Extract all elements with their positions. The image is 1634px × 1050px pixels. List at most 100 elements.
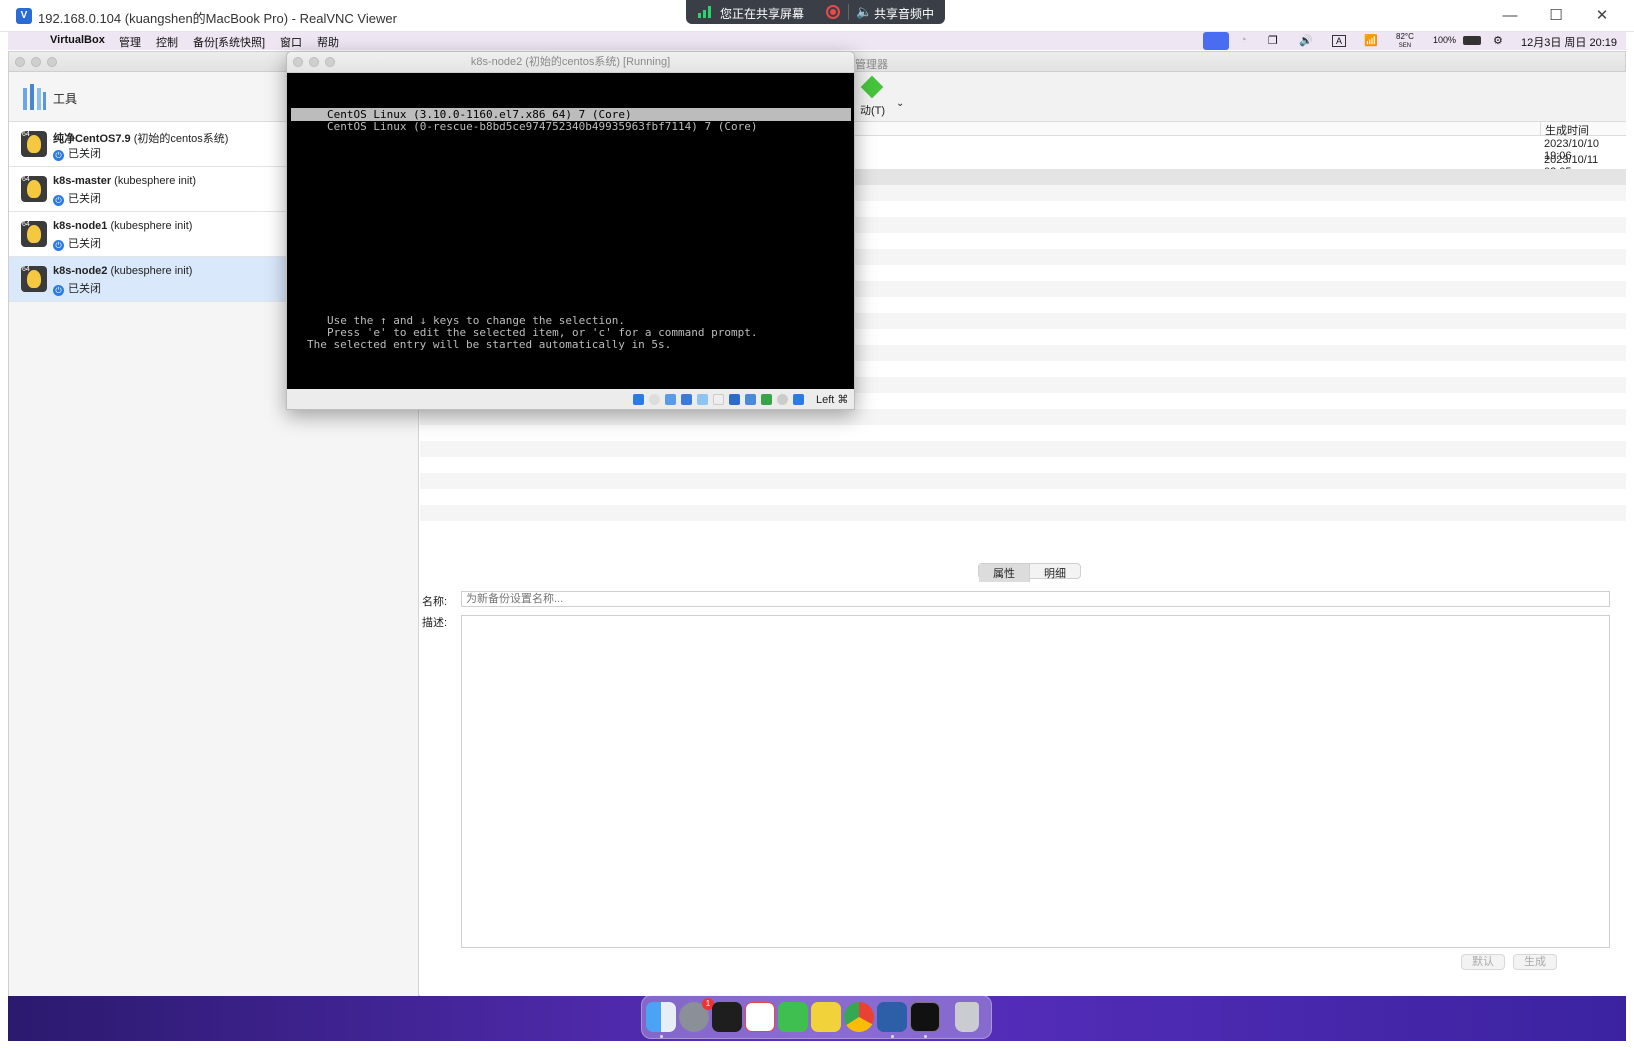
zoom-window-button[interactable] xyxy=(325,57,335,67)
vm-state: ⏻ 已关闭 xyxy=(53,235,101,251)
finder-icon[interactable] xyxy=(646,1002,676,1032)
battery-percent: 100% xyxy=(1433,35,1457,45)
screen-share-status-icon[interactable] xyxy=(1203,32,1229,50)
temp-sensor: SEN xyxy=(1398,43,1412,49)
stage-manager-icon[interactable]: ❐ xyxy=(1268,34,1278,47)
host-key-label[interactable]: Left ⌘ xyxy=(816,393,848,406)
stop-recording-icon[interactable] xyxy=(826,5,840,19)
vm-name: k8s-node2 (kubesphere init) xyxy=(53,265,193,277)
recording-icon[interactable] xyxy=(745,394,756,405)
screen: V 192.168.0.104 (kuangshen的MacBook Pro) … xyxy=(0,0,1634,1050)
input-source-icon[interactable]: A xyxy=(1332,35,1347,47)
realvnc-icon: V xyxy=(16,8,32,24)
vm-console-window: k8s-node2 (初始的centos系统) [Running] CentOS… xyxy=(286,51,855,410)
airdrop-icon[interactable]: ◔ xyxy=(1240,34,1247,46)
battery-icon[interactable] xyxy=(1463,36,1481,45)
vm-state: ⏻ 已关闭 xyxy=(53,190,101,206)
name-label: 名称: xyxy=(422,596,448,608)
virtualbox-icon[interactable] xyxy=(877,1002,907,1032)
table-empty-row xyxy=(420,425,1626,441)
power-off-icon: ⏻ xyxy=(53,240,64,251)
vm-name: 纯净CentOS7.9 (初始的centos系统) xyxy=(53,133,229,145)
vm-state: ⏻ 已关闭 xyxy=(53,280,101,296)
minimize-button[interactable]: — xyxy=(1488,4,1532,28)
vm-console-icon[interactable] xyxy=(910,1002,940,1032)
minimize-window-button[interactable] xyxy=(31,57,41,67)
tab-attributes[interactable]: 属性 xyxy=(979,564,1030,582)
manager-title: 管理器 xyxy=(855,59,888,71)
table-empty-row xyxy=(420,457,1626,473)
display-icon[interactable] xyxy=(729,394,740,405)
close-window-button[interactable] xyxy=(293,57,303,67)
centos-64-icon xyxy=(21,176,47,202)
usb-icon[interactable] xyxy=(697,394,708,405)
menu-help[interactable]: 帮助 xyxy=(317,34,339,50)
power-off-icon: ⏻ xyxy=(53,285,64,296)
snapshot-name-input[interactable] xyxy=(461,591,1610,607)
menu-snapshot[interactable]: 备份[系统快照] xyxy=(193,34,265,50)
start-button-label[interactable]: 动(T) xyxy=(860,102,885,118)
divider xyxy=(848,4,849,20)
table-empty-row xyxy=(420,473,1626,489)
menu-manage[interactable]: 管理 xyxy=(119,34,141,50)
maximize-button[interactable]: ☐ xyxy=(1534,4,1578,28)
snapshot-description-textarea[interactable] xyxy=(461,615,1610,948)
detail-tabs: 属性 明细 xyxy=(978,563,1081,582)
optical-drive-icon[interactable] xyxy=(633,394,644,405)
column-header-time[interactable]: 生成时间 xyxy=(1540,122,1589,137)
shared-folder-icon[interactable] xyxy=(713,394,724,405)
speaker-icon[interactable]: 🔈 xyxy=(856,4,872,20)
table-empty-row xyxy=(420,441,1626,457)
hard-disk-icon[interactable] xyxy=(649,394,660,405)
temp-value: 82°C xyxy=(1396,32,1414,41)
console-statusbar: Left ⌘ xyxy=(287,389,854,409)
wifi-icon[interactable]: 📶 xyxy=(1364,34,1378,47)
chrome-icon[interactable] xyxy=(844,1002,874,1032)
clock[interactable]: 12月3日 周日 20:19 xyxy=(1521,34,1617,50)
start-arrow-icon[interactable] xyxy=(860,75,884,99)
tab-details[interactable]: 明细 xyxy=(1030,564,1080,582)
menu-control[interactable]: 控制 xyxy=(156,34,178,50)
table-empty-row xyxy=(420,505,1626,521)
network-icon[interactable] xyxy=(681,394,692,405)
vm-display[interactable]: CentOS Linux (3.10.0-1160.el7.x86_64) 7 … xyxy=(287,73,854,389)
default-button[interactable]: 默认 xyxy=(1461,954,1505,970)
vm-name: k8s-node1 (kubesphere init) xyxy=(53,220,193,232)
audio-sharing-text: 共享音频中 xyxy=(874,7,935,21)
vnc-window-title: 192.168.0.104 (kuangshen的MacBook Pro) - … xyxy=(38,11,397,26)
vm-name: k8s-master (kubesphere init) xyxy=(53,175,197,187)
wechat-icon[interactable] xyxy=(778,1002,808,1032)
wps-icon[interactable] xyxy=(745,1002,775,1032)
mac-menubar: VirtualBox 管理 控制 备份[系统快照] 窗口 帮助 ◔ ❐ 🔊 A … xyxy=(8,32,1626,50)
tools-label: 工具 xyxy=(53,92,78,106)
temperature-readout[interactable]: 82°C SEN xyxy=(1396,33,1414,50)
close-button[interactable]: ✕ xyxy=(1580,4,1624,28)
terminal-icon[interactable] xyxy=(712,1002,742,1032)
audio-icon[interactable] xyxy=(665,394,676,405)
centos-64-icon xyxy=(21,131,47,157)
volume-icon[interactable]: 🔊 xyxy=(1299,34,1313,47)
menu-window[interactable]: 窗口 xyxy=(280,34,302,50)
dock: 1 xyxy=(641,995,992,1039)
table-empty-row xyxy=(420,521,1626,537)
grub-entry[interactable]: CentOS Linux (0-rescue-b8bd5ce974752340b… xyxy=(327,120,757,133)
table-empty-row xyxy=(420,409,1626,425)
minimize-window-button[interactable] xyxy=(309,57,319,67)
qq-music-icon[interactable] xyxy=(811,1002,841,1032)
create-button[interactable]: 生成 xyxy=(1513,954,1557,970)
description-label: 描述: xyxy=(422,617,448,629)
close-window-button[interactable] xyxy=(15,57,25,67)
tools-icon xyxy=(23,84,46,110)
mouse-integration-icon[interactable] xyxy=(777,394,788,405)
console-titlebar: k8s-node2 (初始的centos系统) [Running] xyxy=(287,52,854,73)
control-center-icon[interactable]: ⚙ xyxy=(1493,34,1503,47)
running-indicator xyxy=(924,1035,927,1038)
zoom-window-button[interactable] xyxy=(47,57,57,67)
cpu-icon[interactable] xyxy=(761,394,772,405)
menu-virtualbox[interactable]: VirtualBox xyxy=(50,34,105,46)
chevron-down-icon[interactable]: ⌄ xyxy=(896,98,904,109)
vnc-bottom-edge xyxy=(0,1041,1634,1050)
download-icon[interactable] xyxy=(793,394,804,405)
screen-share-bar: 您正在共享屏幕 🔈 共享音频中 xyxy=(686,0,945,24)
trash-icon[interactable] xyxy=(955,1002,979,1032)
